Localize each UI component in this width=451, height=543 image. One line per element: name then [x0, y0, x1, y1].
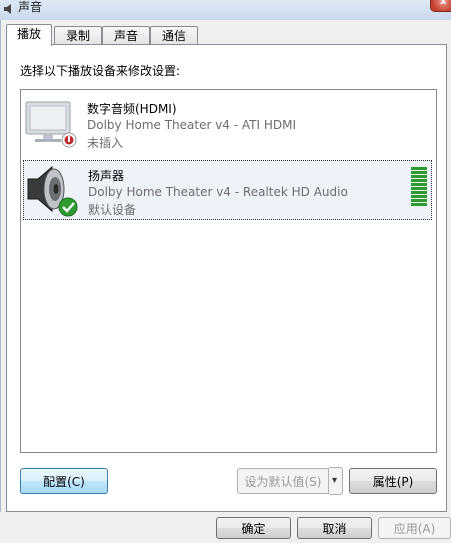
set-default-dropdown[interactable]: ▾ [329, 467, 343, 495]
tab-recording[interactable]: 录制 [54, 26, 102, 45]
speaker-icon [27, 165, 78, 217]
set-default-button[interactable]: 设为默认值(S) [237, 468, 329, 494]
meter-segment [411, 199, 427, 202]
speaker-app-icon [4, 4, 11, 14]
device-name: 数字音频(HDMI) [87, 102, 177, 116]
tab-communications[interactable]: 通信 [150, 26, 198, 45]
monitor-icon [25, 101, 77, 148]
instruction-text: 选择以下播放设备来修改设置: [20, 64, 181, 78]
close-icon: x [440, 0, 447, 7]
device-name: 扬声器 [88, 169, 125, 183]
volume-level-meter [411, 167, 427, 206]
meter-segment [411, 179, 427, 182]
meter-segment [411, 191, 427, 194]
properties-button[interactable]: 属性(P) [349, 468, 437, 494]
apply-button[interactable]: 应用(A) [378, 517, 451, 539]
chevron-down-icon: ▾ [332, 475, 338, 486]
device-description: Dolby Home Theater v4 - ATI HDMI [87, 118, 297, 132]
meter-segment [411, 183, 427, 186]
device-list[interactable]: 数字音频(HDMI) Dolby Home Theater v4 - ATI H… [20, 89, 437, 453]
tab-playback[interactable]: 播放 [6, 24, 52, 46]
meter-segment [411, 175, 427, 178]
device-item-speakers[interactable]: 扬声器 Dolby Home Theater v4 - Realtek HD A… [23, 160, 432, 220]
unplugged-badge-icon [61, 132, 77, 148]
device-status: 未插入 [87, 136, 124, 150]
meter-segment [411, 171, 427, 174]
configure-button[interactable]: 配置(C) [20, 468, 108, 494]
device-item-hdmi[interactable]: 数字音频(HDMI) Dolby Home Theater v4 - ATI H… [23, 94, 430, 152]
meter-segment [411, 187, 427, 190]
cancel-button[interactable]: 取消 [297, 517, 372, 539]
meter-segment [411, 167, 427, 170]
ok-button[interactable]: 确定 [216, 517, 291, 539]
default-check-icon [58, 197, 78, 217]
close-button[interactable]: x [430, 0, 451, 12]
meter-segment [411, 203, 427, 206]
tab-sounds[interactable]: 声音 [102, 26, 150, 45]
window-title: 声音 [18, 0, 43, 14]
device-status: 默认设备 [88, 203, 137, 217]
title-bar: 声音 x [0, 0, 451, 20]
meter-segment [411, 195, 427, 198]
device-description: Dolby Home Theater v4 - Realtek HD Audio [88, 185, 348, 199]
